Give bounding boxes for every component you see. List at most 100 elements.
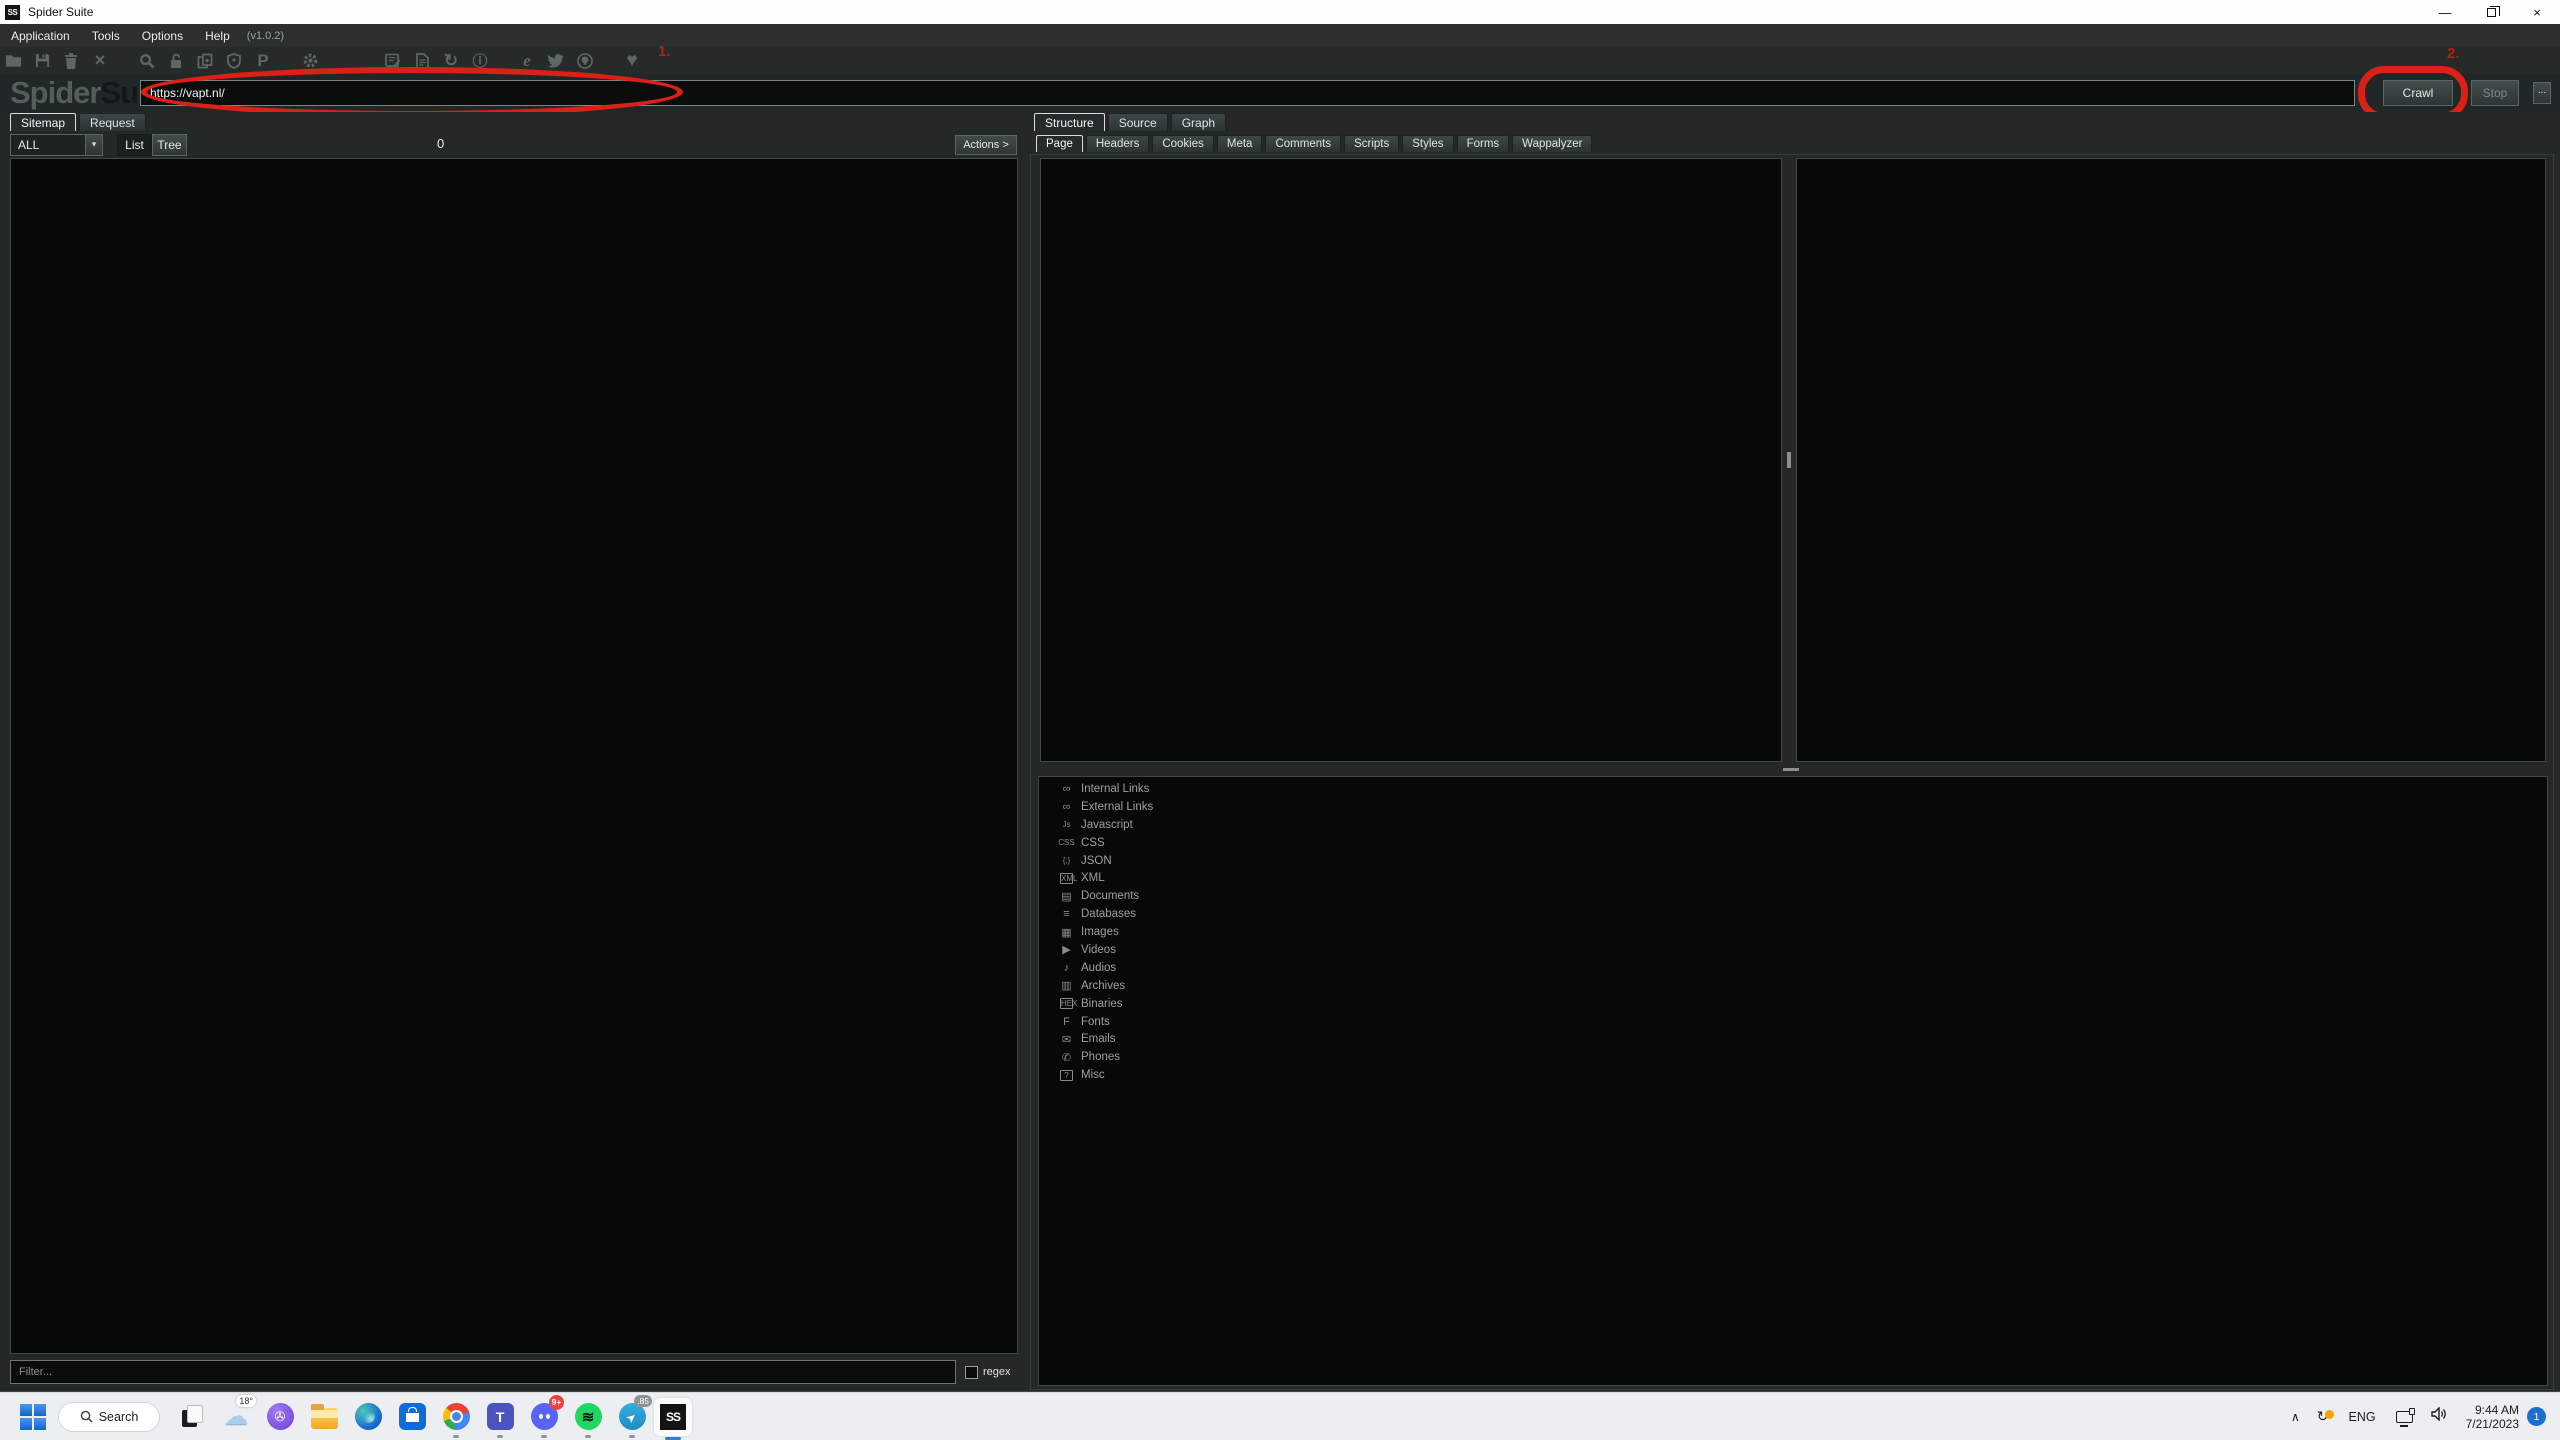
legend-item-fonts[interactable]: FFonts: [1058, 1013, 1153, 1031]
tab-structure[interactable]: Structure: [1034, 113, 1105, 131]
subtab-comments[interactable]: Comments: [1265, 135, 1341, 152]
unlock-icon[interactable]: [167, 51, 185, 71]
legend-item-phones[interactable]: ✆Phones: [1058, 1048, 1153, 1066]
save-icon[interactable]: [33, 51, 51, 71]
menu-tools[interactable]: Tools: [81, 24, 131, 47]
taskbar-telegram[interactable]: ➤.85: [610, 1394, 654, 1440]
subtab-cookies[interactable]: Cookies: [1152, 135, 1214, 152]
delete-trash-icon[interactable]: [62, 51, 80, 71]
tab-source[interactable]: Source: [1108, 113, 1168, 131]
github-icon[interactable]: [576, 51, 594, 71]
tab-graph[interactable]: Graph: [1171, 113, 1226, 131]
emails-icon: ✉: [1058, 1033, 1075, 1046]
donate-heart-icon[interactable]: ♥: [623, 51, 641, 71]
taskbar-clipchamp[interactable]: ✇: [258, 1394, 302, 1440]
language-indicator[interactable]: ENG: [2338, 1410, 2387, 1424]
tray-chevron-icon[interactable]: ∧: [2283, 1410, 2308, 1424]
taskbar-task-view[interactable]: [170, 1394, 214, 1440]
taskbar-weather[interactable]: ☁18°: [214, 1394, 258, 1440]
subtab-headers[interactable]: Headers: [1086, 135, 1149, 152]
chevron-down-icon[interactable]: ▾: [85, 135, 102, 155]
regex-checkbox[interactable]: [965, 1366, 978, 1379]
search-icon[interactable]: [138, 51, 156, 71]
taskbar-discord[interactable]: 9+: [522, 1394, 566, 1440]
crawl-button[interactable]: Crawl: [2383, 80, 2453, 106]
legend-item-misc[interactable]: ?Misc: [1058, 1066, 1153, 1084]
menu-application[interactable]: Application: [0, 24, 81, 47]
search-icon: [80, 1410, 93, 1423]
structure-panel-left[interactable]: [1040, 158, 1782, 762]
internet-explorer-icon[interactable]: e: [518, 51, 536, 71]
clock[interactable]: 9:44 AM 7/21/2023: [2466, 1403, 2519, 1431]
legend-item-binaries[interactable]: HEXBinaries: [1058, 995, 1153, 1013]
taskbar-chrome[interactable]: [434, 1394, 478, 1440]
legend-item-videos[interactable]: ▶Videos: [1058, 941, 1153, 959]
legend-label: Phones: [1081, 1051, 1120, 1063]
update-sync-icon[interactable]: ↻: [2308, 1408, 2338, 1425]
stop-button[interactable]: Stop: [2471, 80, 2519, 106]
taskbar-spotify[interactable]: ≋: [566, 1394, 610, 1440]
legend-item-archives[interactable]: ▥Archives: [1058, 977, 1153, 995]
taskbar-spidersuite[interactable]: SS: [654, 1398, 692, 1436]
notification-badge[interactable]: 1: [2527, 1407, 2546, 1426]
taskbar-edge[interactable]: [346, 1394, 390, 1440]
network-icon[interactable]: [2396, 1411, 2413, 1423]
weather-icon: ☁: [223, 1403, 250, 1430]
legend-label: External Links: [1081, 801, 1153, 813]
vertical-splitter[interactable]: [1787, 452, 1791, 468]
list-view-button[interactable]: List: [117, 134, 152, 156]
close-x-icon[interactable]: ×: [91, 51, 109, 71]
legend-item-css[interactable]: CSSCSS: [1058, 834, 1153, 852]
shield-icon[interactable]: [225, 51, 243, 71]
filter-type-dropdown[interactable]: ALL ▾: [10, 134, 103, 156]
document-icon[interactable]: [413, 51, 431, 71]
filter-input[interactable]: [10, 1360, 956, 1384]
subtab-scripts[interactable]: Scripts: [1344, 135, 1399, 152]
legend-item-databases[interactable]: ≡Databases: [1058, 905, 1153, 923]
tree-view-button[interactable]: Tree: [152, 134, 187, 156]
tab-request[interactable]: Request: [79, 113, 146, 131]
report-edit-icon[interactable]: [384, 51, 402, 71]
open-folder-icon[interactable]: [4, 51, 22, 71]
proxy-p-icon[interactable]: P: [254, 51, 272, 71]
settings-gear-icon[interactable]: [301, 51, 319, 71]
minimize-button[interactable]: —: [2422, 0, 2468, 24]
legend-item-external-links[interactable]: ∞External Links: [1058, 798, 1153, 816]
subtab-wappalyzer[interactable]: Wappalyzer: [1512, 135, 1592, 152]
legend-item-json[interactable]: {;}JSON: [1058, 852, 1153, 870]
tab-sitemap[interactable]: Sitemap: [10, 113, 76, 131]
subtab-forms[interactable]: Forms: [1457, 135, 1510, 152]
menu-options[interactable]: Options: [131, 24, 194, 47]
legend-item-documents[interactable]: ▤Documents: [1058, 887, 1153, 905]
actions-button[interactable]: Actions >: [955, 135, 1017, 155]
legend-item-images[interactable]: ▦Images: [1058, 923, 1153, 941]
restore-button[interactable]: [2468, 0, 2514, 24]
twitter-icon[interactable]: [547, 51, 565, 71]
legend-item-internal-links[interactable]: ∞Internal Links: [1058, 780, 1153, 798]
close-button[interactable]: ×: [2514, 0, 2560, 24]
horizontal-splitter[interactable]: [1783, 768, 1799, 771]
taskbar-file-explorer[interactable]: [302, 1394, 346, 1440]
legend-item-audios[interactable]: ♪Audios: [1058, 959, 1153, 977]
start-button[interactable]: [20, 1404, 46, 1430]
menu-help[interactable]: Help: [194, 24, 241, 47]
subtab-styles[interactable]: Styles: [1402, 135, 1453, 152]
logo-primary: Spider: [10, 75, 100, 110]
info-icon[interactable]: ⓘ: [471, 51, 489, 71]
taskbar-teams[interactable]: T: [478, 1394, 522, 1440]
legend-item-xml[interactable]: XMLXML: [1058, 869, 1153, 887]
speaker-icon[interactable]: [2431, 1407, 2447, 1426]
taskbar-search[interactable]: Search: [58, 1402, 160, 1432]
structure-panel-right[interactable]: [1796, 158, 2546, 762]
subtab-meta[interactable]: Meta: [1217, 135, 1263, 152]
legend-item-emails[interactable]: ✉Emails: [1058, 1030, 1153, 1048]
refresh-icon[interactable]: ↻: [442, 51, 460, 71]
legend-item-javascript[interactable]: JsJavascript: [1058, 816, 1153, 834]
sitemap-list-panel[interactable]: [10, 158, 1018, 1354]
more-options-button[interactable]: ...: [2533, 82, 2551, 104]
taskbar-store[interactable]: [390, 1394, 434, 1440]
xml-icon: XML: [1060, 873, 1073, 884]
copy-icon[interactable]: [196, 51, 214, 71]
url-input[interactable]: [140, 80, 2355, 106]
subtab-page[interactable]: Page: [1036, 135, 1083, 152]
